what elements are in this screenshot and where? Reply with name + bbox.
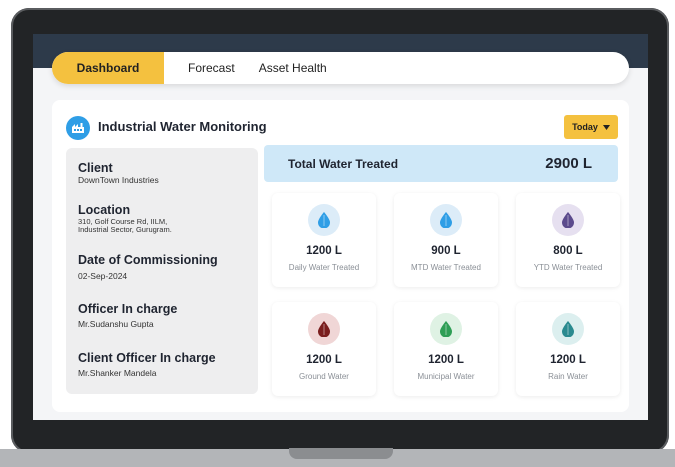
metric-tile: 1200 L Municipal Water	[394, 302, 498, 396]
total-water-value: 2900 L	[545, 155, 592, 172]
metric-label: Ground Water	[299, 372, 349, 381]
metric-label: YTD Water Treated	[533, 263, 603, 272]
officer-value: Mr.Sudanshu Gupta	[78, 319, 154, 329]
water-drop-icon	[308, 204, 340, 236]
metric-label: Municipal Water	[417, 372, 475, 381]
total-water-label: Total Water Treated	[288, 157, 399, 171]
client-info-panel: Client DownTown Industries Location 310,…	[66, 148, 258, 394]
metric-label: Rain Water	[548, 372, 588, 381]
client-value: DownTown Industries	[78, 175, 159, 185]
metric-value: 1200 L	[306, 354, 342, 366]
metric-value: 1200 L	[428, 354, 464, 366]
officer-block: Officer In charge Mr.Sudanshu Gupta	[78, 302, 177, 330]
total-water-banner: Total Water Treated 2900 L	[264, 145, 618, 182]
metric-tile: 900 L MTD Water Treated	[394, 193, 498, 287]
date-label: Date of Commissioning	[78, 253, 218, 267]
location-block: Location 310, Golf Course Rd, IILM, Indu…	[78, 203, 172, 234]
client-officer-value: Mr.Shanker Mandela	[78, 368, 157, 378]
client-label: Client	[78, 161, 113, 175]
metric-value: 900 L	[431, 245, 461, 257]
water-drop-icon	[552, 313, 584, 345]
date-value: 02-Sep-2024	[78, 271, 128, 281]
officer-label: Officer In charge	[78, 302, 178, 316]
period-dropdown-label: Today	[572, 122, 598, 132]
metric-value: 1200 L	[550, 354, 586, 366]
metric-tile: 1200 L Rain Water	[516, 302, 620, 396]
metric-tile: 1200 L Ground Water	[272, 302, 376, 396]
tab-asset-health[interactable]: Asset Health	[247, 52, 339, 84]
tab-forecast[interactable]: Forecast	[176, 52, 247, 84]
metric-value: 1200 L	[306, 245, 342, 257]
monitoring-card: Industrial Water Monitoring Today Client…	[52, 100, 629, 412]
water-drop-icon	[308, 313, 340, 345]
client-officer-block: Client Officer In charge Mr.Shanker Mand…	[78, 351, 216, 379]
page-title: Industrial Water Monitoring	[98, 119, 267, 134]
laptop-screen: Dashboard Forecast Asset Health Industri…	[33, 34, 648, 420]
factory-icon	[66, 116, 90, 140]
metric-label: MTD Water Treated	[411, 263, 481, 272]
laptop-notch	[289, 448, 393, 459]
client-block: Client DownTown Industries	[78, 161, 159, 186]
tab-dashboard[interactable]: Dashboard	[52, 52, 164, 84]
client-officer-label: Client Officer In charge	[78, 351, 216, 365]
metric-value: 800 L	[553, 245, 583, 257]
commissioning-block: Date of Commissioning 02-Sep-2024	[78, 253, 218, 282]
metric-tile: 1200 L Daily Water Treated	[272, 193, 376, 287]
water-drop-icon	[430, 313, 462, 345]
period-dropdown[interactable]: Today	[564, 115, 618, 139]
laptop-mockup: Dashboard Forecast Asset Health Industri…	[0, 0, 675, 467]
tab-bar: Dashboard Forecast Asset Health	[52, 52, 629, 84]
water-drop-icon	[552, 204, 584, 236]
metric-tile: 800 L YTD Water Treated	[516, 193, 620, 287]
location-label: Location	[78, 203, 131, 217]
water-drop-icon	[430, 204, 462, 236]
caret-down-icon	[602, 124, 610, 130]
location-value-line-2: Industrial Sector, Gurugram.	[78, 224, 172, 234]
metric-label: Daily Water Treated	[288, 263, 360, 272]
